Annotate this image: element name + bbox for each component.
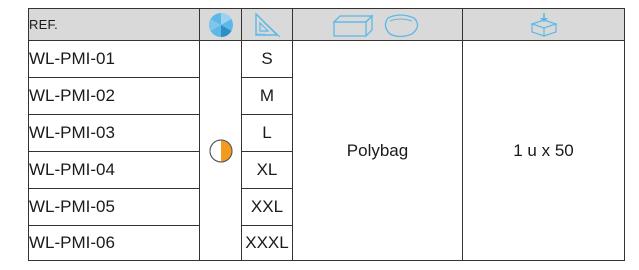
size-cell: L [241,114,293,152]
color-cell [199,40,242,261]
header-row: REF. [28,8,625,41]
ref-cell: WL-PMI-03 [28,114,200,152]
ref-cell: WL-PMI-06 [28,225,200,261]
packaging-cell: Polybag [292,40,463,261]
size-cell: S [241,40,293,78]
set-square-ruler-icon [252,11,282,38]
size-cell: XXL [241,188,293,226]
size-header [241,8,293,41]
ref-cell: WL-PMI-01 [28,40,200,78]
color-header [199,8,242,41]
ref-cell: WL-PMI-05 [28,188,200,226]
half-orange-circle-icon [208,138,234,164]
size-cell: XL [241,151,293,189]
color-wheel-icon [208,12,234,38]
product-spec-table: REF. WL-PMI-01 S Polybag 1 u x 50 WL-PMI… [28,8,625,261]
size-cell: XXXL [241,225,293,261]
units-cell: 1 u x 50 [462,40,625,261]
ref-cell: WL-PMI-02 [28,77,200,115]
ref-cell: WL-PMI-04 [28,151,200,189]
ref-header: REF. [28,8,200,41]
box-and-bag-icon [330,12,426,38]
table-row: WL-PMI-01 S Polybag 1 u x 50 [28,40,625,261]
units-header [462,8,625,41]
size-cell: M [241,77,293,115]
open-box-with-arrow-icon [529,12,559,38]
packaging-header [292,8,463,41]
